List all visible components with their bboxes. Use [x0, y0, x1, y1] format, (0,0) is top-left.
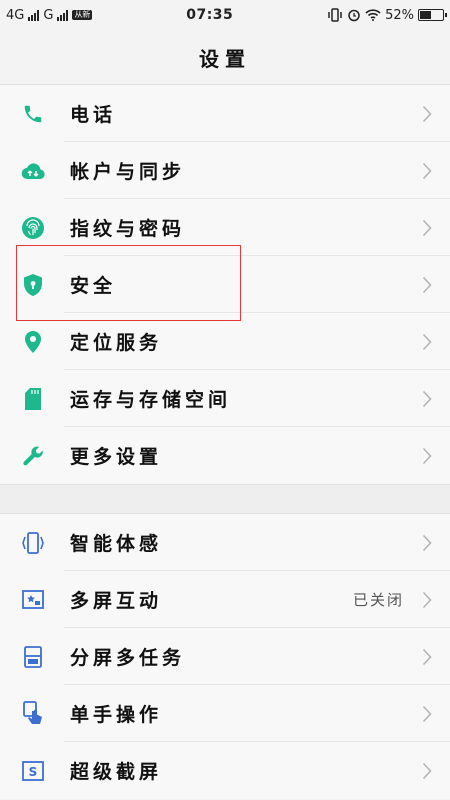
settings-row-label: 智能体感	[70, 533, 163, 555]
one-hand-icon	[20, 700, 46, 727]
chevron-right-icon	[420, 704, 434, 724]
status-right: 52%	[327, 7, 447, 23]
location-pin-icon	[20, 329, 46, 355]
settings-list: 电话帐户与同步指纹与密码安全定位服务运存与存储空间 更多设置智能体感多屏互动 已关闭…	[0, 85, 450, 799]
chevron-right-icon	[420, 590, 434, 610]
settings-row[interactable]: 定位服务	[0, 313, 450, 370]
chevron-right-icon	[420, 446, 434, 466]
settings-row[interactable]: 运存与存储空间	[0, 370, 450, 427]
phone-gesture-icon	[20, 530, 46, 556]
settings-row-label: 帐户与同步	[70, 161, 186, 183]
settings-row[interactable]: 分屏多任务	[0, 628, 450, 685]
vibrate-icon	[328, 8, 342, 22]
settings-row[interactable]: 多屏互动 已关闭	[0, 571, 450, 628]
page-title: 设置	[199, 46, 251, 71]
settings-row-label: 超级截屏	[70, 761, 163, 783]
settings-row-value: 已关闭	[352, 591, 404, 609]
wifi-icon	[365, 9, 381, 21]
alarm-icon	[348, 9, 360, 22]
chevron-right-icon	[420, 161, 434, 181]
notification-badge: 从新	[72, 10, 93, 20]
settings-row[interactable]: S 超级截屏	[0, 742, 450, 799]
cast-screen-icon	[20, 587, 46, 613]
header: 设置	[0, 30, 450, 85]
cloud-sync-icon	[20, 158, 46, 184]
sd-card-icon	[20, 386, 46, 412]
chevron-right-icon	[420, 533, 434, 553]
settings-group: 电话帐户与同步指纹与密码安全定位服务运存与存储空间 更多设置	[0, 85, 450, 484]
settings-row-label: 单手操作	[70, 704, 163, 726]
settings-row-label: 运存与存储空间	[70, 389, 232, 411]
settings-row[interactable]: 智能体感	[0, 514, 450, 571]
shield-icon	[20, 272, 46, 298]
settings-row-label: 多屏互动	[70, 590, 163, 612]
settings-row-label: 电话	[70, 104, 117, 126]
settings-row[interactable]: 电话	[0, 85, 450, 142]
chevron-right-icon	[420, 647, 434, 667]
battery-percent: 52%	[385, 7, 414, 23]
svg-text:S: S	[29, 765, 38, 779]
settings-row[interactable]: 帐户与同步	[0, 142, 450, 199]
signal-icon-2	[57, 9, 69, 21]
signal-icon	[28, 9, 40, 21]
chevron-right-icon	[420, 761, 434, 781]
phone-icon	[20, 101, 46, 127]
settings-row-label: 安全	[70, 275, 117, 297]
chevron-right-icon	[420, 104, 434, 124]
chevron-right-icon	[420, 332, 434, 352]
settings-row[interactable]: 安全	[0, 256, 450, 313]
chevron-right-icon	[420, 218, 434, 238]
settings-row-label: 分屏多任务	[70, 647, 186, 669]
split-screen-icon	[20, 644, 46, 670]
screenshot-icon: S	[20, 758, 46, 784]
network-type-2: G	[43, 7, 54, 23]
settings-row[interactable]: 单手操作	[0, 685, 450, 742]
settings-row-label: 更多设置	[70, 446, 163, 468]
battery-icon	[417, 9, 447, 21]
settings-row[interactable]: 更多设置	[0, 427, 450, 484]
clock: 07:35	[186, 7, 234, 23]
network-type: 4G	[6, 7, 25, 23]
settings-row[interactable]: 指纹与密码	[0, 199, 450, 256]
fingerprint-icon	[20, 215, 46, 241]
settings-row-label: 定位服务	[70, 332, 163, 354]
settings-group: 智能体感多屏互动 已关闭分屏多任务单手操作 S 超级截屏	[0, 514, 450, 799]
battery-fill	[419, 11, 431, 19]
section-gap	[0, 484, 450, 514]
status-left: 4G G 从新	[6, 7, 93, 23]
chevron-right-icon	[420, 389, 434, 409]
status-bar: 4G G 从新 07:35 52%	[0, 0, 450, 30]
chevron-right-icon	[420, 275, 434, 295]
settings-row-label: 指纹与密码	[70, 218, 186, 240]
wrench-icon	[20, 443, 46, 469]
